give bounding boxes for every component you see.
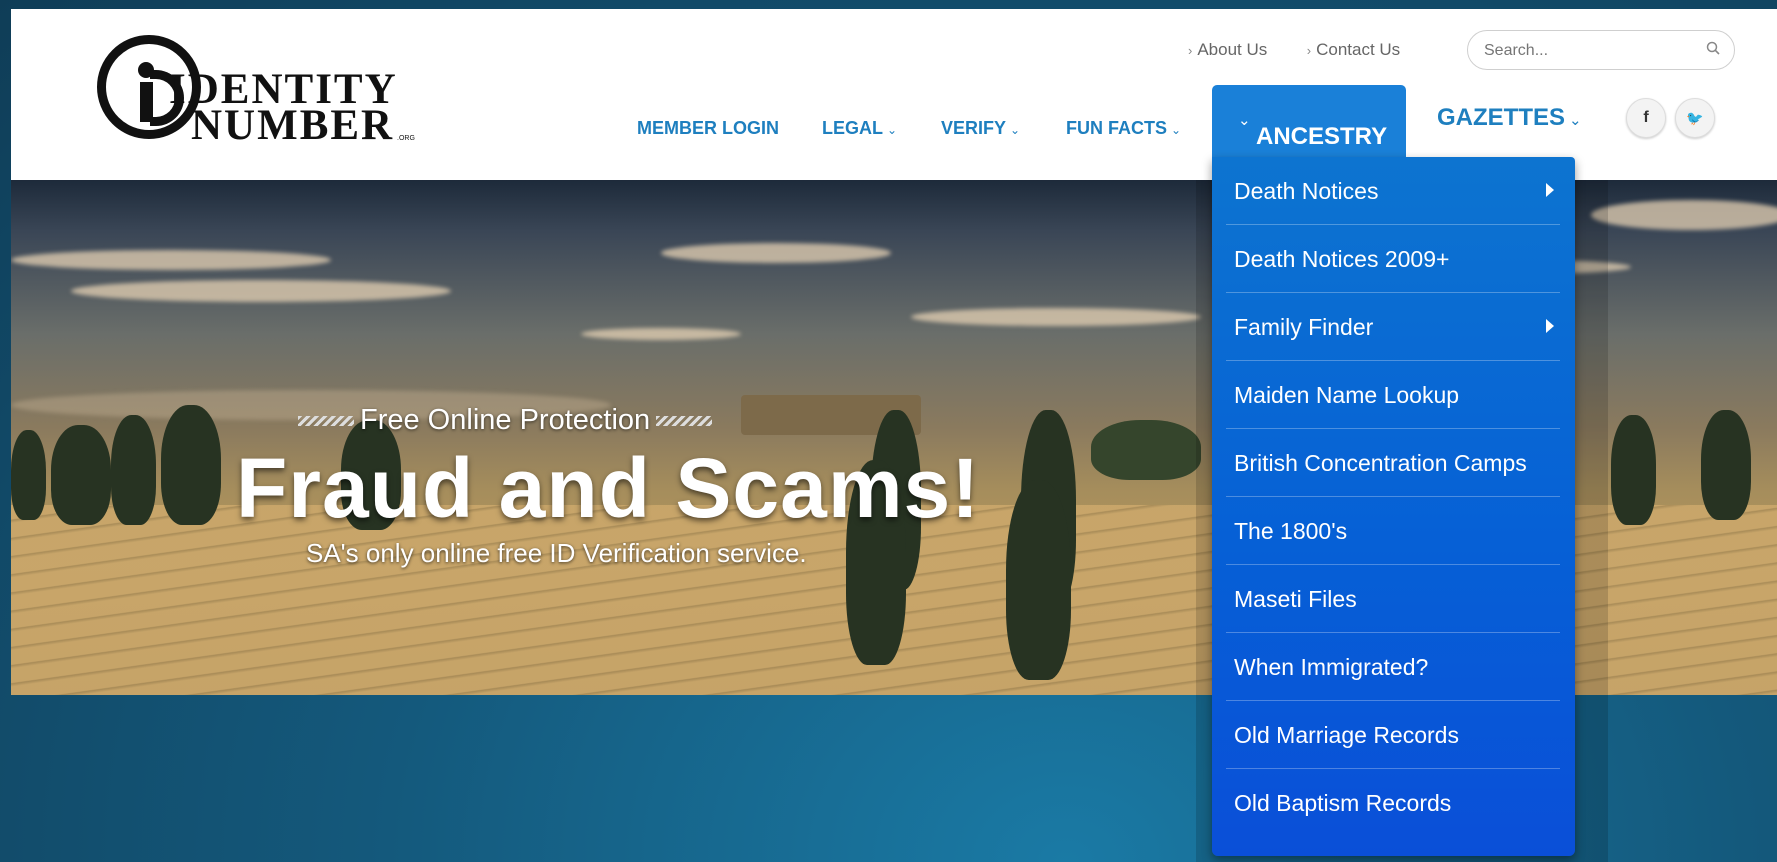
nav-legal[interactable]: LEGAL ⌄: [822, 118, 897, 139]
hero-title: Fraud and Scams!: [236, 441, 981, 535]
menu-item-british-concentration-camps[interactable]: British Concentration Camps: [1226, 429, 1560, 497]
site-logo[interactable]: IDENTITY NUMBER .ORG: [87, 35, 447, 165]
menu-item-death-notices[interactable]: Death Notices: [1226, 157, 1560, 225]
chevron-down-icon: ⌄: [1010, 123, 1021, 137]
top-link-about[interactable]: › About Us: [1188, 40, 1267, 60]
top-links: › About Us › Contact Us: [1188, 40, 1400, 60]
chevron-right-icon: ›: [1306, 43, 1312, 58]
nav-member-login[interactable]: MEMBER LOGIN: [637, 118, 779, 139]
facebook-icon[interactable]: f: [1626, 98, 1666, 138]
stripes-decoration: [298, 416, 354, 427]
menu-item-the-1800s[interactable]: The 1800's: [1226, 497, 1560, 565]
search-icon[interactable]: [1706, 41, 1720, 55]
chevron-down-icon: ⌄: [887, 123, 898, 137]
logo-text-org: .ORG: [397, 135, 415, 142]
ancestry-dropdown-menu: Death Notices Death Notices 2009+ Family…: [1212, 157, 1575, 856]
nav-ancestry[interactable]: ANCESTRY ⌄: [1212, 85, 1406, 157]
twitter-icon[interactable]: 🐦: [1675, 98, 1715, 138]
logo-text-number: NUMBER: [191, 102, 395, 149]
hero-subtitle: SA's only online free ID Verification se…: [306, 538, 807, 568]
menu-item-death-notices-2009[interactable]: Death Notices 2009+: [1226, 225, 1560, 293]
menu-item-old-baptism-records[interactable]: Old Baptism Records: [1226, 769, 1560, 837]
search-input[interactable]: [1482, 39, 1686, 63]
nav-gazettes[interactable]: GAZETTES ⌄: [1437, 104, 1582, 132]
search-box: [1467, 30, 1735, 70]
caret-right-icon: [1546, 183, 1554, 197]
menu-item-maiden-name-lookup[interactable]: Maiden Name Lookup: [1226, 361, 1560, 429]
hero-kicker: Free Online Protection: [292, 404, 718, 437]
stripes-decoration: [656, 416, 713, 427]
caret-right-icon: [1546, 319, 1554, 333]
chevron-down-icon: ⌄: [1171, 123, 1182, 137]
top-link-contact[interactable]: › Contact Us: [1307, 40, 1400, 60]
chevron-down-icon: ⌄: [1569, 112, 1582, 129]
nav-fun-facts[interactable]: FUN FACTS ⌄: [1066, 118, 1181, 139]
chevron-down-icon: ⌄: [1238, 112, 1251, 129]
menu-item-maseti-files[interactable]: Maseti Files: [1226, 565, 1560, 633]
chevron-right-icon: ›: [1188, 43, 1193, 58]
nav-verify[interactable]: VERIFY ⌄: [941, 118, 1020, 139]
menu-item-old-marriage-records[interactable]: Old Marriage Records: [1226, 701, 1560, 769]
menu-item-family-finder[interactable]: Family Finder: [1226, 293, 1560, 361]
site-header: IDENTITY NUMBER .ORG › About Us › Contact …: [11, 9, 1777, 180]
menu-item-when-immigrated[interactable]: When Immigrated?: [1226, 633, 1560, 701]
